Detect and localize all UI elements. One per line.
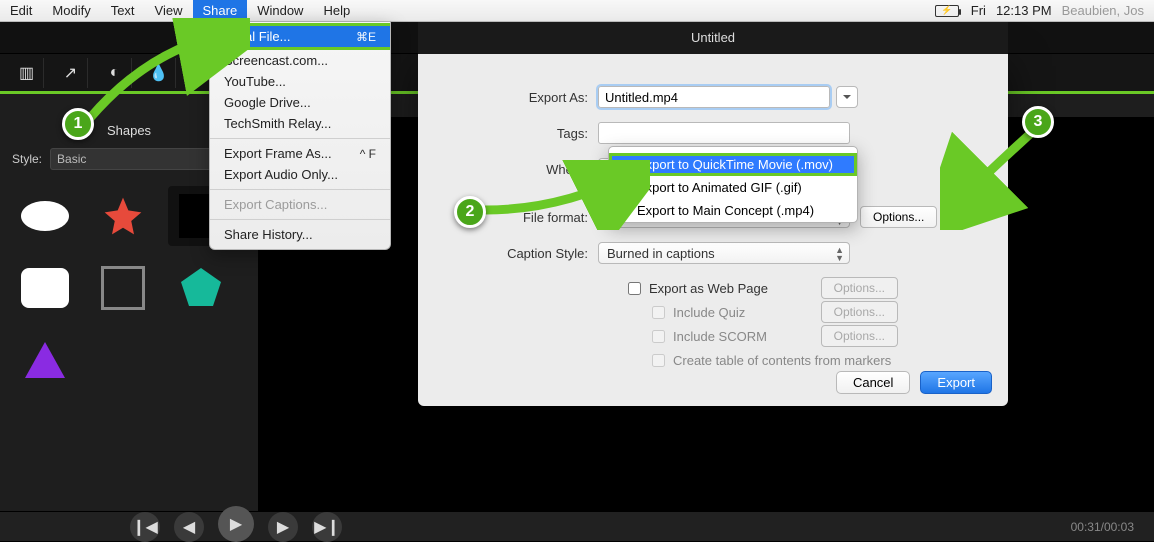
share-export-frame[interactable]: Export Frame As... ^ F xyxy=(210,143,390,164)
export-as-history-toggle[interactable] xyxy=(836,86,858,108)
menubar-clock-day: Fri xyxy=(971,3,986,18)
share-local-file[interactable]: Local File... ⌘E xyxy=(210,23,390,50)
tool-adjust-icon[interactable]: ◐ xyxy=(98,58,132,88)
fmt-option-gif[interactable]: Export to Animated GIF (.gif) xyxy=(609,176,857,199)
menubar-clock-time: 12:13 PM xyxy=(996,3,1052,18)
shape-pentagon[interactable] xyxy=(168,258,234,318)
toc-label: Create table of contents from markers xyxy=(673,353,891,368)
include-scorm-checkbox xyxy=(652,330,665,343)
file-format-options-button[interactable]: Options... xyxy=(860,206,937,228)
shape-ellipse[interactable] xyxy=(12,186,78,246)
share-dropdown-menu: Local File... ⌘E Screencast.com... YouTu… xyxy=(209,22,391,250)
timeline-next-icon[interactable]: ▶❙ xyxy=(312,512,342,542)
menu-help[interactable]: Help xyxy=(313,0,360,21)
menu-view[interactable]: View xyxy=(145,0,193,21)
share-export-audio[interactable]: Export Audio Only... xyxy=(210,164,390,185)
menu-separator xyxy=(210,219,390,220)
tool-blur-icon[interactable]: 💧 xyxy=(142,58,176,88)
timeline-step-fwd-icon[interactable]: ▶ xyxy=(268,512,298,542)
share-google-drive[interactable]: Google Drive... xyxy=(210,92,390,113)
include-scorm-label: Include SCORM xyxy=(673,329,767,344)
menubar-user: Beaubien, Jos xyxy=(1062,3,1144,18)
menu-text[interactable]: Text xyxy=(101,0,145,21)
shape-rounded-white[interactable] xyxy=(12,258,78,318)
timeline-play-icon[interactable]: ▶ xyxy=(218,506,254,542)
export-webpage-checkbox[interactable] xyxy=(628,282,641,295)
export-as-input[interactable] xyxy=(598,86,830,108)
timeline-time: 00:31/00:03 xyxy=(1071,520,1134,534)
menu-modify[interactable]: Modify xyxy=(42,0,100,21)
menu-share[interactable]: Share xyxy=(193,0,248,21)
export-dialog: Export As: Tags: Where: ▲▼ File format: … xyxy=(418,54,1008,406)
export-as-label: Export As: xyxy=(438,90,598,105)
menu-separator xyxy=(210,189,390,190)
webpage-options-button: Options... xyxy=(821,277,898,299)
checkmark-icon: ✓ xyxy=(617,203,628,219)
caption-style-select[interactable]: Burned in captions ▲▼ xyxy=(598,242,850,264)
battery-charging-icon: ⚡ xyxy=(935,5,959,17)
shape-square-outline[interactable] xyxy=(90,258,156,318)
toc-checkbox xyxy=(652,354,665,367)
tool-arrow-icon[interactable]: ↗ xyxy=(54,58,88,88)
tool-crop-icon[interactable]: ▥ xyxy=(10,58,44,88)
tags-input[interactable] xyxy=(598,122,850,144)
share-export-captions: Export Captions... xyxy=(210,194,390,215)
share-item-shortcut: ⌘E xyxy=(356,30,376,44)
timeline-step-back-icon[interactable]: ◀ xyxy=(174,512,204,542)
caption-style-label: Caption Style: xyxy=(438,246,598,261)
mac-menu-bar: Edit Modify Text View Share Window Help … xyxy=(0,0,1154,22)
caption-style-value: Burned in captions xyxy=(607,246,715,261)
shape-triangle[interactable] xyxy=(12,330,78,390)
fmt-option-mainconcept[interactable]: ✓ Export to Main Concept (.mp4) xyxy=(609,199,857,222)
menu-window[interactable]: Window xyxy=(247,0,313,21)
cancel-button[interactable]: Cancel xyxy=(836,371,910,394)
callout-bubble-3: 3 xyxy=(1022,106,1054,138)
menu-edit[interactable]: Edit xyxy=(0,0,42,21)
timeline-prev-icon[interactable]: ❙◀ xyxy=(130,512,160,542)
include-quiz-label: Include Quiz xyxy=(673,305,745,320)
window-title: Untitled xyxy=(418,22,1008,54)
share-history[interactable]: Share History... xyxy=(210,224,390,245)
timeline-bar: ❙◀ ◀ ▶ ▶ ▶❙ 00:31/00:03 xyxy=(0,511,1154,541)
callout-bubble-1: 1 xyxy=(62,108,94,140)
fmt-option-mov[interactable]: Export to QuickTime Movie (.mov) xyxy=(609,153,857,176)
tags-label: Tags: xyxy=(438,126,598,141)
callout-bubble-2: 2 xyxy=(454,196,486,228)
share-techsmith-relay[interactable]: TechSmith Relay... xyxy=(210,113,390,134)
share-youtube[interactable]: YouTube... xyxy=(210,71,390,92)
style-label: Style: xyxy=(12,152,42,166)
where-label: Where: xyxy=(438,162,598,177)
share-screencast[interactable]: Screencast.com... xyxy=(210,50,390,71)
export-webpage-label: Export as Web Page xyxy=(649,281,768,296)
menu-separator xyxy=(210,138,390,139)
export-button[interactable]: Export xyxy=(920,371,992,394)
file-format-dropdown: Export to QuickTime Movie (.mov) Export … xyxy=(608,146,858,223)
scorm-options-button: Options... xyxy=(821,325,898,347)
include-quiz-checkbox xyxy=(652,306,665,319)
share-item-label: Local File... xyxy=(224,29,290,44)
quiz-options-button: Options... xyxy=(821,301,898,323)
shape-star[interactable] xyxy=(90,186,156,246)
